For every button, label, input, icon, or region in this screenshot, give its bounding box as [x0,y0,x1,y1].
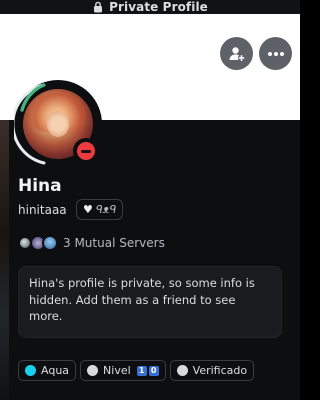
level-digit: 1 [136,365,147,376]
more-icon [267,51,284,56]
add-friend-button[interactable] [220,37,253,70]
lock-icon [94,1,103,13]
role-badge[interactable]: Nivel 1 0 [80,360,166,381]
private-profile-notice: Hina's profile is private, so some info … [18,266,282,338]
do-not-disturb-icon [77,142,95,160]
level-digit: 0 [148,365,159,376]
heart-icon: ♥ [83,203,93,216]
server-icon [20,238,30,248]
role-color-dot [87,365,99,376]
role-label: Aqua [41,364,70,377]
role-color-dot [176,365,188,376]
role-badge[interactable]: Verificado [169,360,255,381]
add-friend-icon [229,46,245,62]
dnd-status-badge [73,138,99,164]
role-badge[interactable]: Aqua [18,360,77,381]
pronouns-text: ᑫᴥᑫ [95,203,117,216]
notice-text: Hina's profile is private, so some info … [29,276,255,323]
private-profile-header: Private Profile [0,0,300,14]
header-title: Private Profile [109,0,208,14]
pronouns-badge: ♥ ᑫᴥᑫ [76,199,124,220]
mutual-servers-label: 3 Mutual Servers [63,236,165,250]
server-icon [42,235,58,251]
role-color-dot [25,365,36,376]
username[interactable]: hinitaaa [18,203,67,217]
background-strip [0,120,9,400]
mutual-servers-row[interactable]: 3 Mutual Servers [18,234,165,252]
role-label: Nivel [103,364,131,377]
roles-list: Aqua Nivel 1 0 Verificado [18,360,255,381]
more-options-button[interactable] [259,37,292,70]
role-label: Verificado [192,364,248,377]
display-name: Hina [18,176,62,196]
